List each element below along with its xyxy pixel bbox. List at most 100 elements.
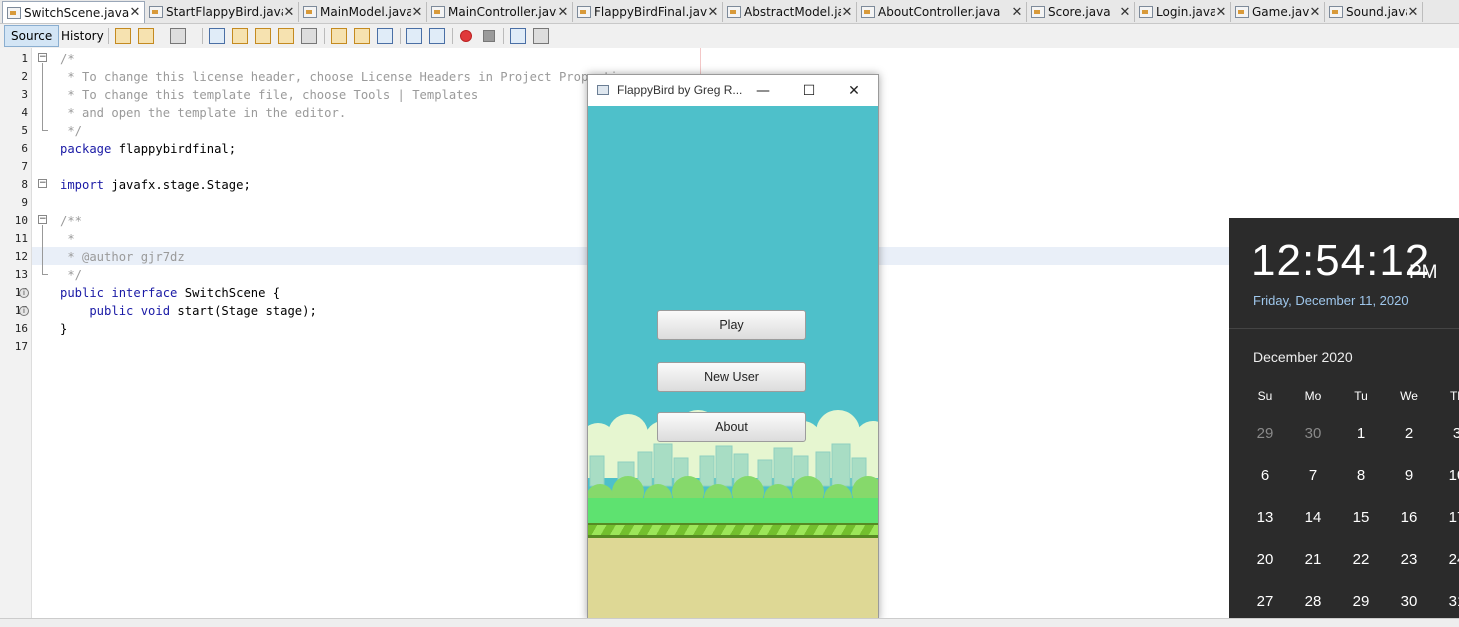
calendar-day[interactable]: 13: [1241, 509, 1289, 526]
code-line[interactable]: public void start(Stage stage);: [60, 302, 316, 320]
start-macro-recording-icon[interactable]: [460, 30, 472, 42]
editor-tab[interactable]: Score.java ✕: [1027, 2, 1135, 22]
fold-toggle-icon[interactable]: −: [38, 179, 47, 188]
new-user-button[interactable]: New User: [657, 362, 806, 392]
code-line[interactable]: public interface SwitchScene {: [60, 284, 280, 302]
calendar-day[interactable]: 20: [1241, 551, 1289, 568]
editor-tab[interactable]: MainController.java ✕: [427, 2, 573, 22]
calendar-day[interactable]: 14: [1289, 509, 1337, 526]
editor-tab[interactable]: FlappyBirdFinal.java ✕: [573, 2, 723, 22]
code-line[interactable]: * To change this license header, choose …: [60, 68, 639, 86]
find-next-icon[interactable]: [255, 28, 271, 44]
source-view-button[interactable]: Source: [4, 25, 60, 47]
code-line[interactable]: */: [60, 122, 82, 140]
calendar-day[interactable]: 31: [1433, 593, 1459, 610]
format-icon[interactable]: [533, 28, 549, 44]
calendar-day[interactable]: 9: [1385, 467, 1433, 484]
calendar-day[interactable]: 1: [1337, 425, 1385, 442]
code-line[interactable]: import javafx.stage.Stage;: [60, 176, 251, 194]
line-number: 11: [14, 232, 28, 245]
code-line[interactable]: /**: [60, 212, 82, 230]
last-edit-icon[interactable]: [115, 28, 131, 44]
code-line[interactable]: * To change this template file, choose T…: [60, 86, 478, 104]
calendar-day[interactable]: 29: [1241, 425, 1289, 442]
implementation-annotation-icon[interactable]: i: [19, 288, 29, 298]
toggle-highlight-icon[interactable]: [278, 28, 294, 44]
calendar-day[interactable]: 21: [1289, 551, 1337, 568]
editor-tab[interactable]: SwitchScene.java ✕: [2, 1, 145, 23]
about-button[interactable]: About: [657, 412, 806, 442]
toggle-comment-icon[interactable]: [510, 28, 526, 44]
fold-toggle-icon[interactable]: −: [38, 215, 47, 224]
calendar-day[interactable]: 28: [1289, 593, 1337, 610]
calendar-day[interactable]: 30: [1289, 425, 1337, 442]
code-line[interactable]: */: [60, 266, 82, 284]
close-tab-icon[interactable]: ✕: [707, 5, 719, 20]
calendar-day[interactable]: 7: [1289, 467, 1337, 484]
find-icon[interactable]: [209, 28, 225, 44]
shift-right-icon[interactable]: [429, 28, 445, 44]
editor-tab[interactable]: MainModel.java ✕: [299, 2, 427, 22]
minimize-button[interactable]: —: [740, 75, 786, 106]
toggle-rectangular-selection-icon[interactable]: [301, 28, 317, 44]
editor-tab[interactable]: AboutController.java ✕: [857, 2, 1027, 22]
code-line[interactable]: package flappybirdfinal;: [60, 140, 236, 158]
close-tab-icon[interactable]: ✕: [283, 5, 295, 20]
code-line[interactable]: *: [60, 230, 74, 248]
stop-macro-recording-icon[interactable]: [483, 30, 495, 42]
find-previous-icon[interactable]: [232, 28, 248, 44]
code-token: */: [60, 268, 83, 282]
java-file-icon: [1139, 6, 1153, 18]
play-button[interactable]: Play: [657, 310, 806, 340]
code-token: * To change this template file, choose T…: [60, 88, 479, 102]
shift-left-icon[interactable]: [406, 28, 422, 44]
close-tab-icon[interactable]: ✕: [129, 5, 141, 20]
next-bookmark-icon[interactable]: [354, 28, 370, 44]
calendar-day[interactable]: 3: [1433, 425, 1459, 442]
clock-date-link[interactable]: Friday, December 11, 2020: [1253, 293, 1409, 308]
code-line[interactable]: }: [60, 320, 67, 338]
close-tab-icon[interactable]: ✕: [1011, 5, 1023, 20]
calendar-day[interactable]: 16: [1385, 509, 1433, 526]
close-tab-icon[interactable]: ✕: [1309, 5, 1321, 20]
maximize-button[interactable]: ☐: [786, 75, 832, 106]
history-view-button[interactable]: History: [54, 25, 111, 47]
code-line[interactable]: * and open the template in the editor.: [60, 104, 346, 122]
java-file-icon: [577, 6, 591, 18]
close-button[interactable]: ✕: [831, 75, 877, 106]
code-line[interactable]: * @author gjr7dz: [60, 248, 184, 266]
editor-tab[interactable]: Game.java✕: [1231, 2, 1325, 22]
calendar-day[interactable]: 15: [1337, 509, 1385, 526]
calendar-month-label[interactable]: December 2020: [1253, 349, 1353, 365]
calendar-day[interactable]: 10: [1433, 467, 1459, 484]
close-tab-icon[interactable]: ✕: [1119, 5, 1131, 20]
close-tab-icon[interactable]: ✕: [557, 5, 569, 20]
calendar-day[interactable]: 8: [1337, 467, 1385, 484]
code-line[interactable]: /*: [60, 50, 75, 68]
editor-tab[interactable]: AbstractModel.java✕: [723, 2, 857, 22]
calendar-day[interactable]: 23: [1385, 551, 1433, 568]
editor-tab-label: MainController.java: [448, 5, 557, 19]
calendar-day[interactable]: 30: [1385, 593, 1433, 610]
editor-tab[interactable]: Sound.java ✕: [1325, 2, 1423, 22]
calendar-day[interactable]: 27: [1241, 593, 1289, 610]
back-icon[interactable]: [138, 28, 154, 44]
forward-icon[interactable]: [170, 28, 186, 44]
editor-tab[interactable]: Login.java ✕: [1135, 2, 1231, 22]
close-tab-icon[interactable]: ✕: [1215, 5, 1227, 20]
editor-tab[interactable]: StartFlappyBird.java ✕: [145, 2, 299, 22]
toggle-bookmark-icon[interactable]: [377, 28, 393, 44]
calendar-day[interactable]: 24: [1433, 551, 1459, 568]
calendar-day[interactable]: 17: [1433, 509, 1459, 526]
fold-toggle-icon[interactable]: −: [38, 53, 47, 62]
close-tab-icon[interactable]: ✕: [411, 5, 423, 20]
calendar-day[interactable]: 22: [1337, 551, 1385, 568]
calendar-day[interactable]: 2: [1385, 425, 1433, 442]
implementation-annotation-icon[interactable]: i: [19, 306, 29, 316]
calendar-day[interactable]: 29: [1337, 593, 1385, 610]
calendar-day[interactable]: 6: [1241, 467, 1289, 484]
previous-bookmark-icon[interactable]: [331, 28, 347, 44]
close-tab-icon[interactable]: ✕: [841, 5, 853, 20]
window-title-bar[interactable]: FlappyBird by Greg R... — ☐ ✕: [588, 75, 878, 106]
close-tab-icon[interactable]: ✕: [1407, 5, 1419, 20]
